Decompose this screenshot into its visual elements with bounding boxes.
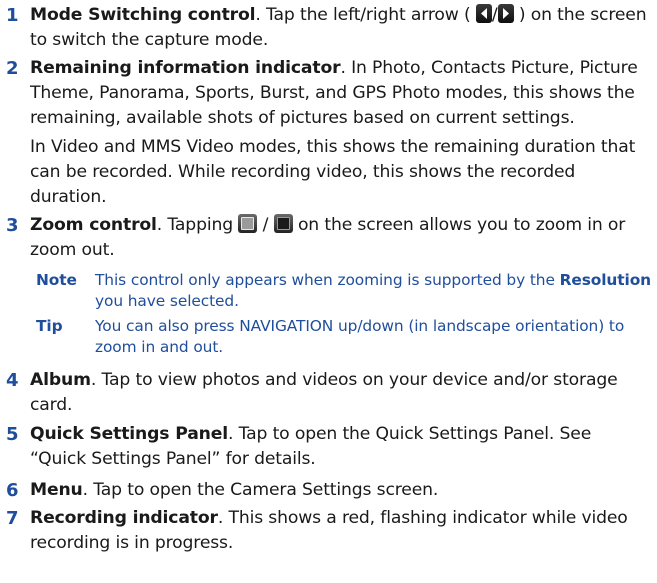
item-title: Menu <box>30 480 83 500</box>
item-text: Quick Settings Panel. Tap to open the Qu… <box>30 424 592 469</box>
note-label: Note <box>36 271 77 289</box>
item-paragraph: In Video and MMS Video modes, this shows… <box>30 137 636 207</box>
item-title: Zoom control <box>30 215 157 235</box>
item-number: 7 <box>6 508 19 529</box>
item-number: 6 <box>6 480 19 501</box>
item-text: Zoom control. Tapping / on the screen al… <box>30 214 626 260</box>
item-text: Album. Tap to view photos and videos on … <box>30 370 618 415</box>
note-bold: Resolution <box>559 271 652 289</box>
item-title: Album <box>30 370 91 390</box>
item-title: Recording indicator <box>30 508 218 528</box>
tip-text: You can also press NAVIGATION up/down (i… <box>95 317 625 356</box>
note-text: This control only appears when zooming i… <box>95 271 652 310</box>
item-number: 3 <box>6 215 19 236</box>
item-text: Mode Switching control. Tap the left/rig… <box>30 4 647 50</box>
zoom-in-icon <box>238 214 258 233</box>
item-number: 4 <box>6 370 19 391</box>
item-text: Remaining information indicator. In Phot… <box>30 56 650 210</box>
zoom-out-icon <box>273 214 293 233</box>
item-title: Remaining information indicator <box>30 58 341 78</box>
right-arrow-icon <box>497 4 514 23</box>
item-title: Mode Switching control <box>30 5 256 25</box>
manual-page: 1 Mode Switching control. Tap the left/r… <box>0 0 657 583</box>
left-arrow-icon <box>475 4 492 23</box>
item-text: Recording indicator. This shows a red, f… <box>30 508 628 553</box>
item-number: 1 <box>6 5 19 26</box>
item-number: 5 <box>6 424 19 445</box>
item-title: Quick Settings Panel <box>30 424 228 444</box>
item-text: Menu. Tap to open the Camera Settings sc… <box>30 480 439 500</box>
tip-label: Tip <box>36 317 63 335</box>
item-number: 2 <box>6 58 19 79</box>
